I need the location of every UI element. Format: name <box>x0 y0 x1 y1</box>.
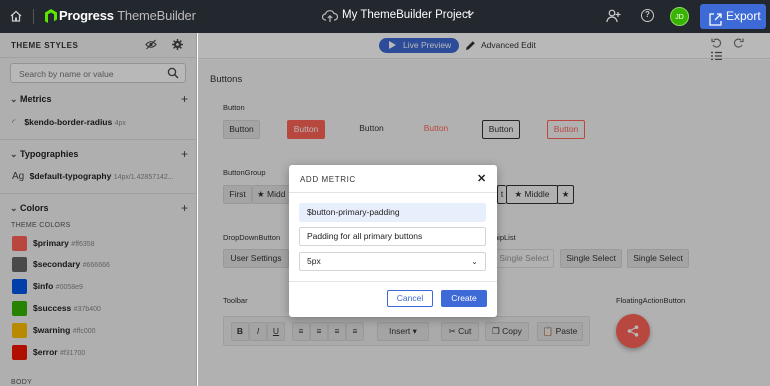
brand-light: ThemeBuilder <box>117 8 196 23</box>
add-metric-dialog: ADD METRIC ✕ $button-primary-padding Pad… <box>289 165 497 317</box>
metric-name-field[interactable]: $button-primary-padding <box>299 203 486 222</box>
add-user-icon[interactable] <box>606 9 621 23</box>
help-icon[interactable]: ? <box>641 9 654 22</box>
modal-overlay[interactable] <box>0 33 197 386</box>
avatar[interactable]: JD <box>670 7 689 26</box>
chevron-down-icon: ⌄ <box>471 257 478 266</box>
divider <box>33 9 34 24</box>
export-label: Export <box>726 9 761 23</box>
brand-name: Progress ThemeBuilder <box>59 8 196 23</box>
project-name[interactable]: My ThemeBuilder Project <box>342 9 471 21</box>
dialog-title: ADD METRIC <box>300 175 356 184</box>
home-icon[interactable] <box>9 9 23 23</box>
export-icon <box>709 10 722 26</box>
modal-overlay[interactable] <box>198 33 770 60</box>
chevron-down-icon[interactable] <box>466 9 475 20</box>
metric-description-field[interactable]: Padding for all primary buttons <box>299 227 486 246</box>
close-icon[interactable]: ✕ <box>477 172 486 185</box>
cloud-upload-icon <box>321 9 339 23</box>
cancel-button[interactable]: Cancel <box>387 290 433 307</box>
progress-logo-icon <box>45 9 57 23</box>
metric-value-select[interactable]: 5px ⌄ <box>299 252 486 271</box>
create-button[interactable]: Create <box>441 290 487 307</box>
export-button[interactable]: Export <box>700 4 766 29</box>
top-bar: Progress ThemeBuilder My ThemeBuilder Pr… <box>0 0 770 33</box>
brand-bold: Progress <box>59 8 114 23</box>
divider <box>289 192 497 193</box>
divider <box>289 281 497 282</box>
selected-value: 5px <box>307 256 321 266</box>
